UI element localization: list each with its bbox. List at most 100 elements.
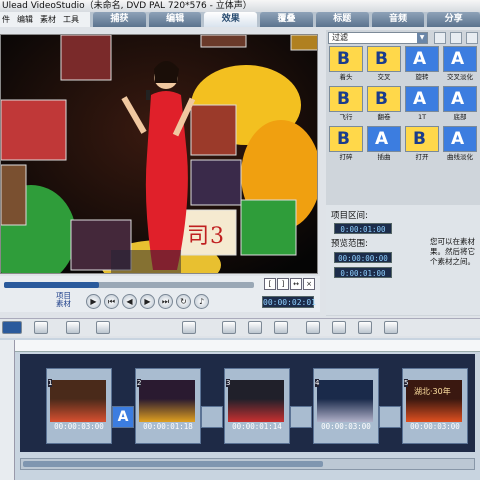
effect-label: 飞行 xyxy=(339,113,353,121)
effect-thumbnail[interactable]: B 打开 xyxy=(405,126,439,163)
mode-clip[interactable]: 素材 xyxy=(56,300,71,308)
enlarge-button[interactable]: × xyxy=(303,278,315,290)
effect-letter: A xyxy=(451,129,465,149)
effect-letter: A xyxy=(413,89,427,109)
effect-letter: B xyxy=(375,89,388,109)
folder-icon[interactable] xyxy=(434,32,446,44)
home-icon[interactable]: ⏮ xyxy=(104,294,119,309)
split-button[interactable]: ↔ xyxy=(290,278,302,290)
effect-preview-image: A xyxy=(443,46,477,72)
timeline-clip[interactable]: 湖北·30年 5 00:00:03:00 xyxy=(402,368,468,444)
effect-label: 翻卷 xyxy=(377,113,391,121)
effect-thumbnail[interactable]: A 曲线淡化 xyxy=(443,126,477,163)
window-title: Ulead VideoStudio（未命名, DVD PAL 720*576 -… xyxy=(2,1,252,11)
timecode-display[interactable]: 00:00:02:01 xyxy=(262,296,316,308)
audio-view-icon[interactable] xyxy=(66,321,80,334)
effect-preview-image: B xyxy=(329,126,363,152)
effect-thumbnail[interactable]: A 1T xyxy=(405,86,439,123)
menu-clip[interactable]: 素材 xyxy=(40,14,56,25)
chevron-down-icon[interactable]: ▼ xyxy=(417,33,427,43)
effect-thumbnail[interactable]: B 交叉 xyxy=(367,46,401,83)
storyboard-view-icon[interactable] xyxy=(2,321,22,334)
effect-thumbnail[interactable]: A 旋转 xyxy=(405,46,439,83)
scrollbar-thumb[interactable] xyxy=(23,461,323,467)
effect-label: 打碎 xyxy=(339,153,353,161)
effect-letter: A xyxy=(451,49,465,69)
step-tabs: 捕获 编辑 效果 覆叠 标题 音频 分享 xyxy=(90,12,480,27)
preview-window[interactable]: 司 3 xyxy=(0,34,318,274)
redo-icon[interactable] xyxy=(274,321,288,334)
transition-slot[interactable] xyxy=(379,406,401,428)
mark-in-button[interactable]: [ xyxy=(264,278,276,290)
project-range-value[interactable]: 0:00:01:00 xyxy=(334,223,392,234)
prev-frame-icon[interactable]: ◀ xyxy=(122,294,137,309)
effect-label: 插曲 xyxy=(377,153,391,161)
tab-audio[interactable]: 音频 xyxy=(371,12,425,27)
auto-music-icon[interactable] xyxy=(358,321,372,334)
tab-edit[interactable]: 编辑 xyxy=(148,12,202,27)
effect-thumbnail[interactable]: B 打碎 xyxy=(329,126,363,163)
fit-project-icon[interactable] xyxy=(222,321,236,334)
timeline-scrollbar[interactable] xyxy=(20,458,475,470)
effect-label: 交叉 xyxy=(377,73,391,81)
clip-caption: 湖北·30年 xyxy=(414,387,451,396)
menu-file[interactable]: 件 xyxy=(2,14,10,25)
batch-convert-icon[interactable] xyxy=(306,321,320,334)
clip-thumbnail xyxy=(228,380,284,422)
options-icon[interactable] xyxy=(466,32,478,44)
clip-duration: 00:00:01:14 xyxy=(232,422,282,431)
effect-letter: A xyxy=(413,49,427,69)
effect-thumbnail[interactable]: B 着头 xyxy=(329,46,363,83)
timeline-clip[interactable]: 1 00:00:03:00 xyxy=(46,368,112,444)
effect-label: 曲线淡化 xyxy=(447,153,473,161)
timeline-clip[interactable]: 3 00:00:01:14 xyxy=(224,368,290,444)
clip-thumbnail xyxy=(50,380,106,422)
timeline-toolbar xyxy=(0,318,480,336)
mark-out-button[interactable]: ] xyxy=(277,278,289,290)
transition-slot-filled[interactable]: A xyxy=(112,406,134,428)
effect-thumbnail[interactable]: A 交叉淡化 xyxy=(443,46,477,83)
add-icon[interactable] xyxy=(450,32,462,44)
zoom-in-icon[interactable] xyxy=(182,321,196,334)
repeat-icon[interactable]: ↻ xyxy=(176,294,191,309)
tab-overlay[interactable]: 覆叠 xyxy=(260,12,313,27)
play-icon[interactable]: ▶ xyxy=(86,294,101,309)
timeline-view-icon[interactable] xyxy=(34,321,48,334)
record-icon[interactable] xyxy=(384,321,398,334)
preview-start-value[interactable]: 00:00:00:00 xyxy=(334,252,392,263)
zoom-out-icon[interactable] xyxy=(96,321,110,334)
menu-tools[interactable]: 工具 xyxy=(63,14,79,25)
next-frame-icon[interactable]: ▶ xyxy=(140,294,155,309)
tab-capture[interactable]: 捕获 xyxy=(93,12,146,27)
clip-duration: 00:00:03:00 xyxy=(321,422,371,431)
effect-thumbnail[interactable]: B 飞行 xyxy=(329,86,363,123)
tab-share[interactable]: 分享 xyxy=(427,12,480,27)
audio-mixer-icon[interactable] xyxy=(332,321,346,334)
window-title-bar: Ulead VideoStudio（未命名, DVD PAL 720*576 -… xyxy=(0,0,480,12)
filter-dropdown[interactable]: 过滤 ▼ xyxy=(328,32,428,44)
effect-thumbnail[interactable]: A 插曲 xyxy=(367,126,401,163)
effect-letter: B xyxy=(413,129,426,149)
timeline-ruler[interactable] xyxy=(15,340,480,352)
undo-icon[interactable] xyxy=(248,321,262,334)
timeline-clip[interactable]: 4 00:00:03:00 xyxy=(313,368,379,444)
tab-effect[interactable]: 效果 xyxy=(204,12,258,27)
preview-end-value[interactable]: 0:00:01:00 xyxy=(334,267,392,278)
track-header xyxy=(0,340,15,480)
filter-label: 过滤 xyxy=(332,33,348,42)
tab-title[interactable]: 标题 xyxy=(315,12,369,27)
scrub-bar[interactable] xyxy=(4,282,254,288)
end-icon[interactable]: ⏭ xyxy=(158,294,173,309)
transition-slot[interactable] xyxy=(201,406,223,428)
scrub-progress xyxy=(4,282,99,288)
effect-letter: A xyxy=(375,129,389,149)
svg-text:3: 3 xyxy=(210,224,224,249)
effect-thumbnail[interactable]: A 底部 xyxy=(443,86,477,123)
effect-preview-image: B xyxy=(367,46,401,72)
volume-icon[interactable]: ♪ xyxy=(194,294,209,309)
effect-thumbnail[interactable]: B 翻卷 xyxy=(367,86,401,123)
effect-preview-image: A xyxy=(443,126,477,152)
menu-edit[interactable]: 编辑 xyxy=(17,14,33,25)
transition-slot[interactable] xyxy=(290,406,312,428)
timeline-clip[interactable]: 2 00:00:01:18 xyxy=(135,368,201,444)
